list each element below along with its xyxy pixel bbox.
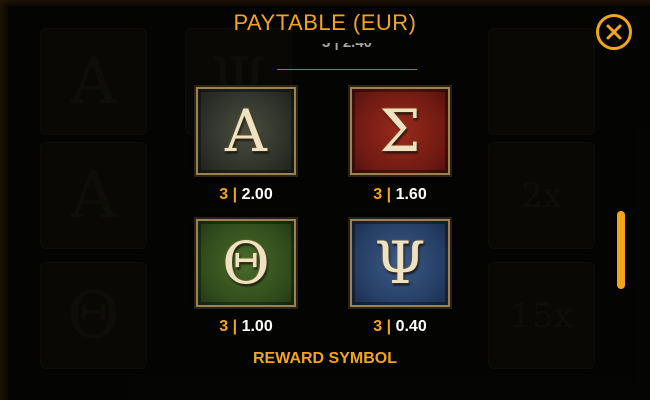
- payout-count: 3: [373, 318, 383, 335]
- payout-separator: |: [232, 186, 238, 203]
- payout-value: 0.40: [395, 318, 427, 335]
- payout-value: 1.60: [395, 186, 427, 203]
- payout-count: 3: [219, 186, 229, 203]
- paytable-title: PAYTABLE (EUR): [233, 10, 417, 35]
- close-button[interactable]: [596, 14, 632, 50]
- payout-separator: |: [386, 318, 392, 335]
- symbol-psi-glyph: Ψ: [374, 229, 426, 297]
- payout-psi: 3 | 0.40: [350, 318, 450, 336]
- payout-theta: 3 | 1.00: [196, 318, 296, 336]
- payout-count: 3: [219, 318, 229, 335]
- scrolled-partial-row: 3 | 2.40: [277, 43, 417, 71]
- divider: [277, 69, 417, 70]
- payout-sigma: 3 | 1.60: [350, 186, 450, 204]
- payout-value: 1.00: [241, 318, 273, 335]
- symbol-sigma-glyph: Σ: [379, 97, 421, 165]
- payout-count: 3: [373, 186, 383, 203]
- payout-separator: |: [232, 318, 238, 335]
- symbol-card-psi: Ψ: [348, 217, 452, 309]
- symbol-alpha-glyph: Α: [225, 97, 267, 165]
- payout-alpha: 3 | 2.00: [196, 186, 296, 204]
- close-icon: [606, 24, 622, 40]
- partial-payout-text: 3 | 2.40: [277, 43, 417, 51]
- section-title-reward-symbol: REWARD SYMBOL: [253, 350, 397, 367]
- symbol-theta-glyph: Θ: [222, 229, 270, 297]
- symbol-card-sigma: Σ: [348, 85, 452, 177]
- symbol-card-theta: Θ: [194, 217, 298, 309]
- symbol-card-alpha: Α: [194, 85, 298, 177]
- scrollbar-thumb[interactable]: [617, 211, 625, 289]
- payout-value: 2.00: [241, 186, 273, 203]
- payout-separator: |: [386, 186, 392, 203]
